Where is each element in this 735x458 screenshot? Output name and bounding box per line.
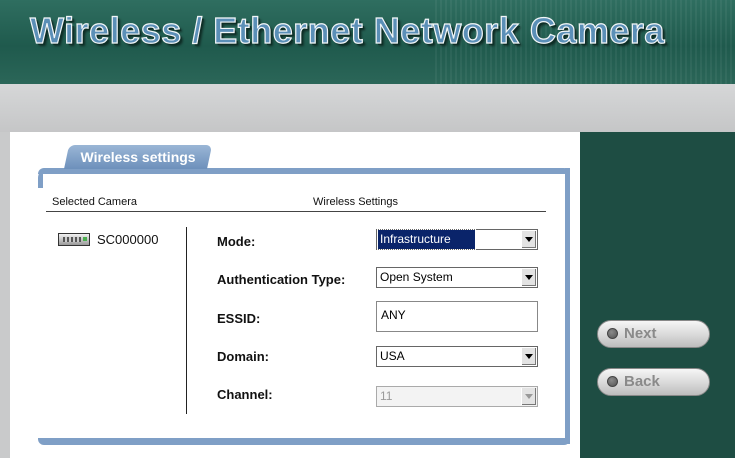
selected-camera-heading: Selected Camera	[52, 196, 137, 208]
domain-value: USA	[380, 349, 405, 363]
auth-type-label: Authentication Type:	[217, 272, 346, 287]
radio-dot-icon	[607, 328, 618, 339]
mode-label: Mode:	[217, 234, 256, 249]
header-divider	[46, 211, 546, 212]
tab-wireless-settings[interactable]: Wireless settings	[64, 145, 213, 169]
channel-select[interactable]: 11	[376, 386, 538, 407]
panel-right-border	[565, 168, 570, 444]
channel-label: Channel:	[217, 387, 273, 402]
chevron-down-icon[interactable]	[521, 348, 536, 365]
essid-label: ESSID:	[217, 311, 261, 326]
domain-label: Domain:	[217, 349, 269, 364]
auth-type-value: Open System	[380, 270, 453, 284]
radio-dot-icon	[607, 376, 618, 387]
domain-select[interactable]: USA	[376, 346, 538, 367]
back-button[interactable]: Back	[597, 368, 710, 396]
auth-type-select[interactable]: Open System	[376, 267, 538, 288]
essid-input[interactable]: ANY	[376, 301, 538, 332]
wireless-settings-heading: Wireless Settings	[313, 196, 398, 208]
next-button-label: Next	[624, 325, 657, 342]
app-title: Wireless / Ethernet Network Camera	[29, 9, 665, 51]
tab-label: Wireless settings	[80, 149, 196, 165]
chevron-down-icon[interactable]	[521, 388, 536, 405]
camera-device-icon[interactable]	[58, 233, 90, 246]
panel-bottom-border	[38, 438, 570, 445]
chevron-down-icon[interactable]	[521, 231, 536, 248]
mode-select[interactable]: Infrastructure	[376, 229, 538, 250]
chevron-down-icon[interactable]	[521, 269, 536, 286]
channel-value: 11	[380, 389, 393, 403]
next-button[interactable]: Next	[597, 320, 710, 348]
header-banner: Wireless / Ethernet Network Camera	[0, 0, 735, 84]
column-divider	[186, 227, 187, 414]
back-button-label: Back	[624, 373, 660, 390]
camera-id[interactable]: SC000000	[97, 232, 158, 247]
mode-value: Infrastructure	[377, 229, 476, 250]
toolbar-band	[0, 84, 735, 132]
navigation-side-panel	[580, 132, 735, 458]
